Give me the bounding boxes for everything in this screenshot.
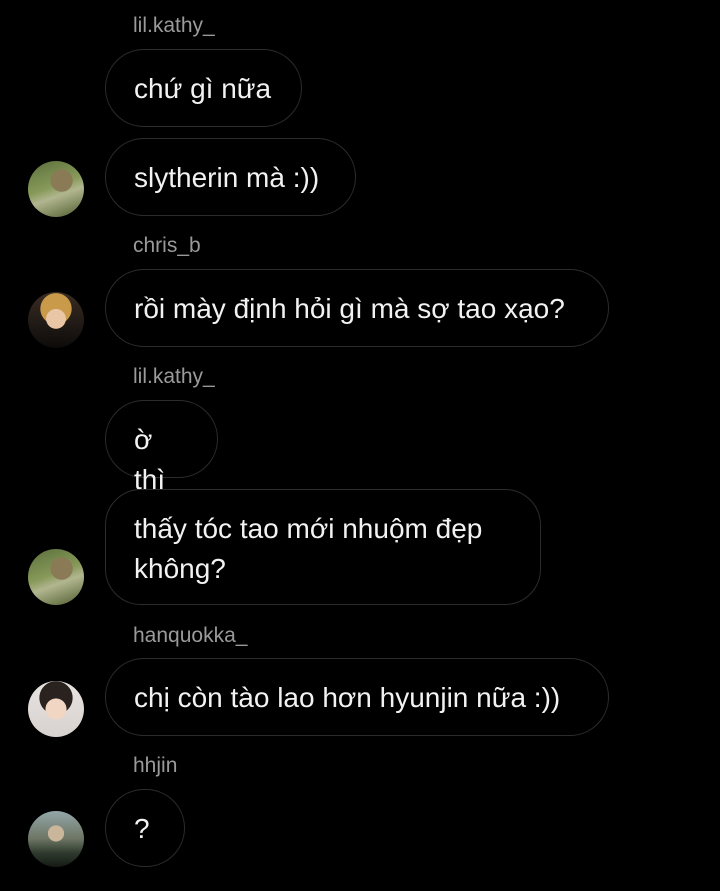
message-text: slytherin mà :)) [134, 162, 320, 193]
message-bubble[interactable]: ? [105, 789, 185, 867]
message-text: chị còn tào lao hơn hyunjin nữa :)) [134, 682, 561, 713]
message-bubble[interactable]: slytherin mà :)) [105, 138, 356, 216]
sender-name: hhjin [133, 754, 178, 777]
message-bubble[interactable]: rồi mày định hỏi gì mà sợ tao xạo? [105, 269, 609, 347]
message-text: chứ gì nữa [134, 73, 272, 104]
avatar-hanquokka[interactable] [28, 681, 84, 737]
message-bubble[interactable]: chứ gì nữa [105, 49, 302, 127]
sender-name: lil.kathy_ [133, 365, 215, 388]
message-text-line-2: không? [134, 553, 226, 584]
message-text: ? [134, 813, 150, 844]
avatar-hhjin[interactable] [28, 811, 84, 867]
avatar-lil-kathy[interactable] [28, 549, 84, 605]
message-bubble[interactable]: chị còn tào lao hơn hyunjin nữa :)) [105, 658, 609, 736]
sender-name: chris_b [133, 234, 201, 257]
sender-name: hanquokka_ [133, 624, 248, 647]
avatar-lil-kathy[interactable] [28, 161, 84, 217]
message-text-line-1: thấy tóc tao mới nhuộm đẹp [134, 513, 483, 544]
message-bubble[interactable]: ờ thì [105, 400, 218, 495]
message-bubble[interactable]: thấy tóc tao mới nhuộm đẹp không? [105, 489, 541, 605]
sender-name: lil.kathy_ [133, 14, 215, 37]
avatar-chris-b[interactable] [28, 292, 84, 348]
message-text: rồi mày định hỏi gì mà sợ tao xạo? [134, 293, 565, 324]
message-text: ờ thì [134, 424, 166, 495]
